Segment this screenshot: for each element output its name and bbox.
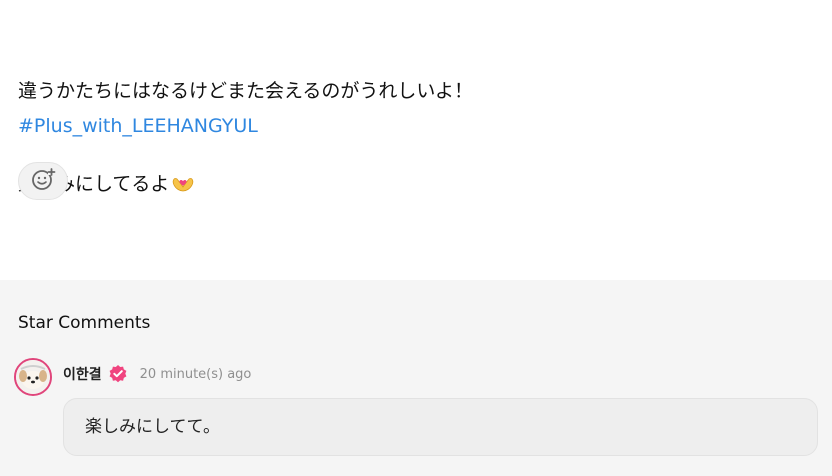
star-comments-section: Star Comments 이한결 20 minute(s) ago 楽しみにし… [0, 280, 832, 476]
hashtag-link[interactable]: #Plus_with_LEEHANGYUL [18, 111, 258, 142]
post-line-2: 楽しみにしてるよ [18, 169, 473, 200]
star-comments-title: Star Comments [18, 313, 151, 333]
comment-author-name[interactable]: 이한결 [63, 364, 102, 384]
comment-text: 楽しみにしてて。 [85, 417, 220, 437]
comment-author-row: 이한결 20 minute(s) ago [63, 362, 251, 386]
post-body: 違うかたちにはなるけどまた会えるのがうれしいよ！ 楽しみにしてるよ #Plus_… [0, 0, 832, 280]
add-reaction-icon [30, 166, 56, 196]
verified-badge-icon [108, 364, 128, 384]
comment-bubble: 楽しみにしてて。 [63, 398, 818, 456]
post-line-1: 違うかたちにはなるけどまた会えるのがうれしいよ！ [18, 80, 474, 102]
heart-hands-emoji-icon [171, 172, 195, 203]
add-reaction-button[interactable] [18, 162, 68, 200]
comment-timestamp: 20 minute(s) ago [139, 366, 252, 382]
dog-avatar[interactable] [14, 358, 52, 396]
